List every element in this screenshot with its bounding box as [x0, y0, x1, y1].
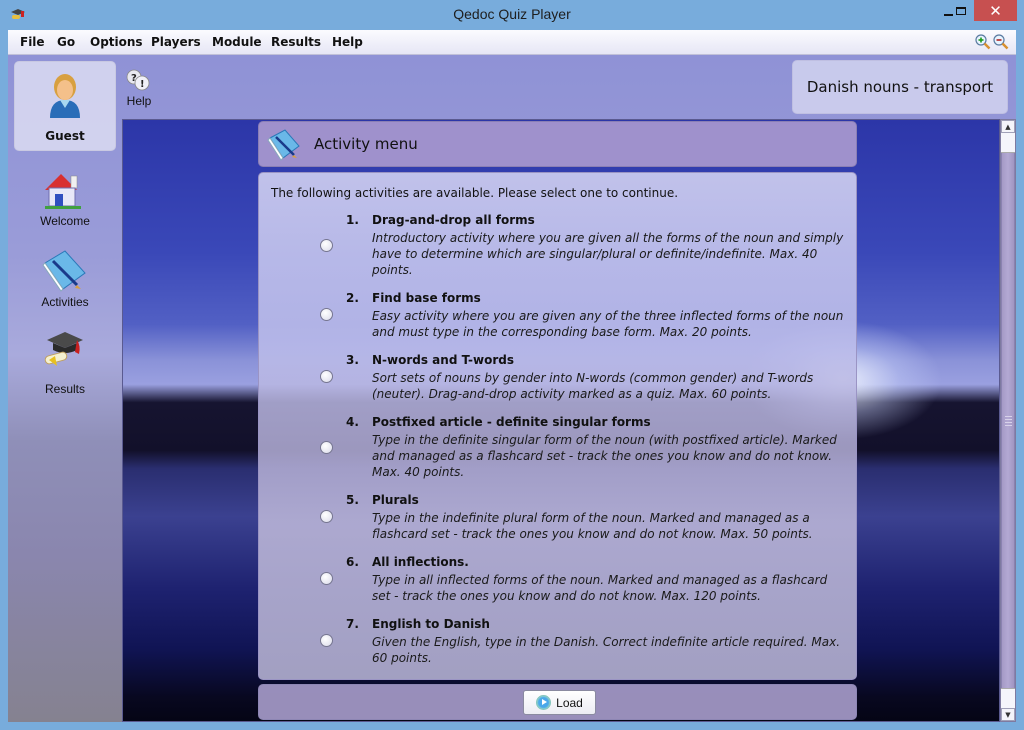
activity-description: Easy activity where you are given any of…	[372, 309, 844, 339]
activity-number: 3.	[346, 353, 359, 367]
activity-radio[interactable]	[320, 634, 333, 647]
activity-title: N-words and T-words	[372, 353, 514, 367]
zoom-out-icon[interactable]	[993, 34, 1009, 50]
activity-menu-title: Activity menu	[314, 135, 418, 153]
activity-radio[interactable]	[320, 239, 333, 252]
arrow-up-icon: ▲	[1005, 122, 1011, 131]
activity-menu-header: Activity menu	[258, 121, 857, 167]
sidebar-item-results[interactable]: Results	[14, 330, 116, 396]
title-bar: Qedoc Quiz Player ✕	[0, 0, 1024, 30]
activity-description: Type in all inflected forms of the noun.…	[372, 573, 828, 603]
sidebar-item-activities[interactable]: Activities	[14, 249, 116, 314]
activity-description: Sort sets of nouns by gender into N-word…	[372, 371, 814, 401]
user-avatar-icon	[50, 74, 80, 118]
menu-file[interactable]: File	[20, 35, 45, 49]
zoom-in-icon[interactable]	[975, 34, 991, 50]
vertical-scrollbar[interactable]: ▲ ▼	[1000, 119, 1016, 722]
window-title: Qedoc Quiz Player	[453, 6, 571, 22]
activity-title: Drag-and-drop all forms	[372, 213, 535, 227]
activity-radio[interactable]	[320, 572, 333, 585]
help-label: Help	[126, 94, 152, 108]
activity-list-panel: The following activities are available. …	[258, 172, 857, 680]
help-bubbles-icon: ? !	[126, 69, 150, 91]
activity-radio[interactable]	[320, 370, 333, 383]
sidebar-item-results-label: Results	[44, 382, 85, 396]
activity-number: 4.	[346, 415, 359, 429]
scroll-thumb[interactable]	[1001, 134, 1015, 706]
activity-number: 1.	[346, 213, 359, 227]
book-pen-icon	[42, 250, 86, 292]
menu-go[interactable]: Go	[57, 35, 75, 49]
scroll-up-button[interactable]: ▲	[1001, 120, 1015, 133]
activity-title: Postfixed article - definite singular fo…	[372, 415, 651, 429]
house-icon	[45, 174, 81, 209]
menu-module[interactable]: Module	[212, 35, 262, 49]
activity-title: Find base forms	[372, 291, 481, 305]
scroll-track-top[interactable]	[1001, 133, 1015, 153]
activity-title: All inflections.	[372, 555, 469, 569]
menu-options[interactable]: Options	[90, 35, 143, 49]
activity-number: 7.	[346, 617, 359, 631]
activity-number: 6.	[346, 555, 359, 569]
play-icon	[536, 695, 552, 710]
arrow-down-icon: ▼	[1005, 710, 1011, 719]
scroll-grip	[1005, 416, 1012, 428]
activity-radio[interactable]	[320, 308, 333, 321]
close-icon: ✕	[989, 1, 1002, 20]
client-area: Guest ? ! Help Welcome Activities Result…	[8, 55, 1016, 722]
menu-players[interactable]: Players	[151, 35, 201, 49]
activity-description: Given the English, type in the Danish. C…	[372, 635, 841, 665]
activity-number: 5.	[346, 493, 359, 507]
sidebar-item-welcome[interactable]: Welcome	[14, 170, 116, 235]
maximize-icon	[956, 6, 966, 15]
maximize-button[interactable]	[948, 0, 974, 21]
activity-description: Introductory activity where you are give…	[372, 231, 844, 277]
module-title: Danish nouns - transport	[792, 60, 1008, 114]
activity-description: Type in the indefinite plural form of th…	[372, 511, 813, 541]
menu-results[interactable]: Results	[271, 35, 321, 49]
sidebar-item-welcome-label: Welcome	[40, 214, 90, 228]
scroll-track-bottom[interactable]	[1001, 688, 1015, 708]
user-name: Guest	[45, 129, 85, 143]
load-label: Load	[556, 695, 583, 710]
menu-bar: File Go Options Players Module Results H…	[8, 30, 1016, 55]
activity-description: Type in the definite singular form of th…	[372, 433, 837, 479]
scroll-down-button[interactable]: ▼	[1001, 708, 1015, 721]
activity-radio[interactable]	[320, 441, 333, 454]
activity-number: 2.	[346, 291, 359, 305]
load-button[interactable]: Load	[523, 690, 596, 715]
activity-footer: Load	[258, 684, 857, 720]
sidebar-item-activities-label: Activities	[41, 295, 89, 309]
graduation-cap-icon	[44, 332, 83, 366]
activity-title: Plurals	[372, 493, 419, 507]
activity-intro: The following activities are available. …	[271, 186, 679, 200]
svg-text:!: !	[140, 79, 145, 90]
activity-title: English to Danish	[372, 617, 490, 631]
activity-radio[interactable]	[320, 510, 333, 523]
book-pen-icon	[267, 129, 300, 161]
help-button[interactable]: ? ! Help	[122, 67, 156, 108]
menu-help[interactable]: Help	[332, 35, 363, 49]
app-window: Qedoc Quiz Player ✕ File Go Options Play…	[0, 0, 1024, 730]
user-card[interactable]: Guest	[14, 61, 116, 151]
close-button[interactable]: ✕	[974, 0, 1017, 21]
